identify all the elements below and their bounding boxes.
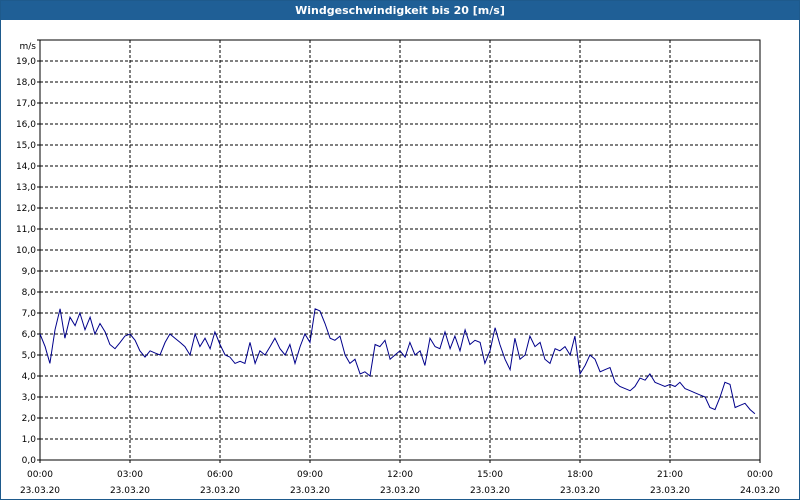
y-tick-label: 16,0 (16, 120, 36, 130)
y-tick-label: 5,0 (22, 351, 37, 361)
chart-window: Windgeschwindigkeit bis 20 [m/s] 0,0 1,0 2… (0, 0, 800, 500)
x-tick-date: 23.03.20 (110, 486, 150, 496)
x-tick-time: 18:00 (567, 470, 593, 480)
y-tick-label: 0,0 (22, 456, 37, 466)
y-tick-label: 18,0 (16, 78, 36, 88)
x-tick-date: 23.03.20 (650, 486, 690, 496)
x-tick-date: 23.03.20 (470, 486, 510, 496)
x-tick-time: 15:00 (477, 470, 503, 480)
y-tick-label: 7,0 (22, 309, 37, 319)
grid (40, 39, 760, 460)
x-tick-time: 06:00 (207, 470, 233, 480)
series-layer (39, 308, 756, 415)
x-tick-date: 23.03.20 (290, 486, 330, 496)
y-tick-label: 2,0 (22, 414, 37, 424)
y-axis-unit: m/s (20, 42, 37, 52)
y-tick-label: 19,0 (16, 57, 36, 67)
y-tick-label: 17,0 (16, 99, 36, 109)
x-tick-time: 09:00 (297, 470, 323, 480)
y-tick-label: 10,0 (16, 246, 36, 256)
y-tick-label: 12,0 (16, 204, 36, 214)
line-chart: 0,0 1,0 2,0 3,0 4,0 5,0 6,0 7,0 8,0 9,0 10,0 11,0 12… (16, 39, 780, 496)
y-tick-label: 6,0 (22, 330, 37, 340)
y-tick-label: 8,0 (22, 288, 37, 298)
y-tick-label: 9,0 (22, 267, 37, 277)
x-tick-date: 23.03.20 (20, 486, 60, 496)
x-tick-date: 23.03.20 (380, 486, 420, 496)
wind-speed-line (39, 308, 756, 415)
x-tick-time: 00:00 (27, 470, 53, 480)
x-tick-date: 24.03.20 (740, 486, 780, 496)
y-tick-label: 13,0 (16, 183, 36, 193)
x-tick-time: 00:00 (747, 470, 773, 480)
y-tick-label: 14,0 (16, 162, 36, 172)
tick-labels: 0,0 1,0 2,0 3,0 4,0 5,0 6,0 7,0 8,0 9,0 10,0 11,0 12… (16, 42, 780, 496)
x-tick-time: 03:00 (117, 470, 143, 480)
y-tick-label: 1,0 (22, 435, 37, 445)
y-tick-label: 3,0 (22, 393, 37, 403)
x-tick-time: 21:00 (657, 470, 683, 480)
x-tick-date: 23.03.20 (200, 486, 240, 496)
y-tick-label: 15,0 (16, 141, 36, 151)
y-tick-label: 4,0 (22, 372, 37, 382)
x-tick-time: 12:00 (387, 470, 413, 480)
x-tick-date: 23.03.20 (560, 486, 600, 496)
y-tick-label: 11,0 (16, 225, 36, 235)
